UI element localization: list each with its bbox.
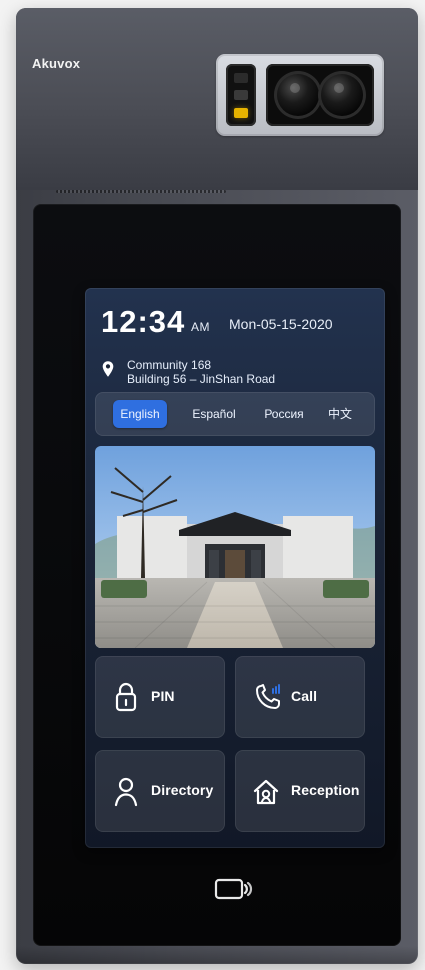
language-spanish-button[interactable]: Español [183, 400, 245, 428]
nfc-card-icon [214, 878, 253, 900]
clock-date: Mon-05-15-2020 [229, 316, 333, 332]
location-block: Community 168 Building 56 – JinShan Road [101, 354, 371, 390]
front-glass-panel: 12:34 AM Mon-05-15-2020 Community 168 Bu… [33, 204, 401, 946]
reception-label: Reception [291, 782, 360, 798]
lock-icon [115, 682, 137, 712]
camera-sensor-strip [226, 64, 256, 126]
light-sensor-icon [234, 108, 248, 118]
call-label: Call [291, 688, 318, 704]
language-chinese-button[interactable]: 中文 [317, 400, 363, 428]
intercom-device: Akuvox 12:34 AM Mon-05-15-2020 Community… [16, 8, 418, 964]
phone-icon [256, 684, 280, 709]
community-photo [95, 446, 375, 648]
touch-screen[interactable]: 12:34 AM Mon-05-15-2020 Community 168 Bu… [85, 288, 385, 848]
camera-lens-left-icon [274, 71, 322, 119]
language-english-button[interactable]: English [113, 400, 167, 428]
home-person-icon [253, 779, 279, 805]
dual-camera-module [216, 54, 384, 136]
location-pin-icon [102, 361, 114, 377]
call-tile[interactable]: Call [235, 656, 365, 738]
location-text: Community 168 Building 56 – JinShan Road [127, 358, 275, 386]
device-bottom-edge [16, 946, 418, 964]
pin-label: PIN [151, 688, 175, 704]
reception-tile[interactable]: Reception [235, 750, 365, 832]
lens-panel [266, 64, 374, 126]
device-top-panel: Akuvox [16, 8, 418, 190]
location-line-1: Community 168 [127, 358, 212, 372]
clock-ampm: AM [191, 320, 210, 334]
location-line-2: Building 56 – JinShan Road [127, 372, 276, 386]
user-icon [114, 777, 138, 807]
language-selector: English Español Россия 中文 [95, 392, 375, 436]
directory-tile[interactable]: Directory [95, 750, 225, 832]
language-russian-button[interactable]: Россия [255, 400, 313, 428]
clock-time: 12:34 [101, 304, 186, 339]
sensor-icon [234, 73, 248, 83]
directory-label: Directory [151, 782, 214, 798]
brand-logo: Akuvox [32, 56, 81, 71]
community-photo-illustration [95, 446, 375, 648]
pin-tile[interactable]: PIN [95, 656, 225, 738]
speaker-grille [56, 190, 226, 193]
qr-sensor-icon [234, 90, 248, 100]
time-row: 12:34 AM Mon-05-15-2020 [101, 304, 371, 344]
camera-lens-right-icon [318, 71, 366, 119]
